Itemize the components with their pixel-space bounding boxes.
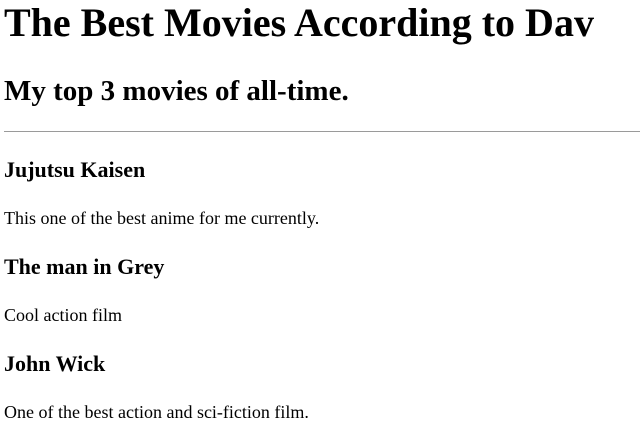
movie-description-3: One of the best action and sci-fiction f…: [4, 402, 309, 422]
movie-description-2: Cool action film: [4, 305, 122, 325]
page: The Best Movies According to Dav My top …: [0, 0, 640, 447]
movie-description-1: This one of the best anime for me curren…: [4, 208, 320, 228]
divider: [4, 131, 640, 132]
page-title: The Best Movies According to Dav: [4, 0, 594, 45]
movie-title-3: John Wick: [4, 351, 106, 376]
movie-title-2: The man in Grey: [4, 254, 165, 279]
page-subtitle: My top 3 movies of all-time.: [4, 75, 349, 107]
movie-title-1: Jujutsu Kaisen: [4, 157, 146, 182]
